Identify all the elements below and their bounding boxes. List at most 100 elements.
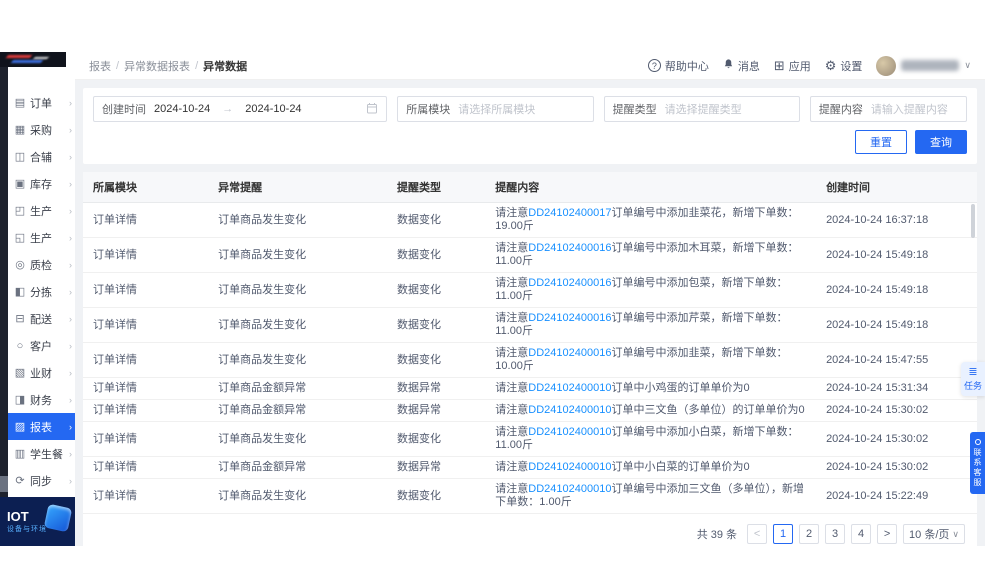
breadcrumb-reports[interactable]: 报表	[89, 58, 111, 74]
alert-content-placeholder: 请输入提醒内容	[871, 101, 948, 117]
quality-icon: ◎	[14, 258, 26, 271]
results-table-card: 所属模块 异常提醒 提醒类型 提醒内容 创建时间 订单详情订单商品发生变化数据变…	[83, 172, 977, 556]
sidebar-item-warehouse[interactable]: ◫合辅›	[8, 143, 75, 170]
pagination-page-1[interactable]: 1	[773, 524, 793, 544]
iot-cube-icon	[44, 504, 72, 532]
chevron-right-icon: ›	[69, 341, 72, 351]
business-finance-icon: ▧	[14, 366, 26, 379]
user-menu[interactable]: ∨	[876, 56, 971, 76]
sidebar-item-purchase[interactable]: ▦采购›	[8, 116, 75, 143]
sidebar-item-order[interactable]: ▤订单›	[8, 89, 75, 116]
finance-icon: ◨	[14, 393, 26, 406]
col-module: 所属模块	[83, 172, 208, 203]
date-arrow-icon: →	[222, 103, 233, 115]
sidebar-item-sync[interactable]: ⟳同步›	[8, 467, 75, 494]
sidebar-item-production2[interactable]: ◱生产›	[8, 224, 75, 251]
content-prefix: 请注意	[495, 483, 528, 495]
sidebar-item-student-meal[interactable]: ▥学生餐›	[8, 440, 75, 467]
sidebar-item-report[interactable]: ▨报表›	[8, 413, 75, 440]
table-row: 订单详情订单商品发生变化数据变化请注意DD24102400010订单编号中添加小…	[83, 422, 977, 457]
warehouse-icon: ◫	[14, 150, 26, 163]
module-cell: 订单详情	[83, 343, 208, 378]
chevron-right-icon: ›	[69, 395, 72, 405]
chevron-right-icon: ›	[69, 179, 72, 189]
table-scrollbar[interactable]	[971, 204, 975, 238]
apps-button[interactable]: ⊞ 应用	[774, 58, 811, 74]
filter-panel: 创建时间 2024-10-24 → 2024-10-24 所属模块 请选择所属模…	[83, 88, 977, 164]
help-center-button[interactable]: ? 帮助中心	[648, 58, 709, 74]
search-button[interactable]: 查询	[915, 130, 967, 154]
page-size-select[interactable]: 10 条/页 ∨	[903, 524, 965, 544]
sidebar-collapse-handle[interactable]	[0, 476, 8, 492]
calendar-icon[interactable]	[366, 102, 378, 117]
contact-support-tab[interactable]: 联系客服	[970, 432, 985, 494]
module-cell: 订单详情	[83, 273, 208, 308]
settings-button[interactable]: ⚙ 设置	[825, 58, 863, 74]
alert-cell: 订单商品金额异常	[208, 457, 387, 479]
sidebar-item-quality[interactable]: ◎质检›	[8, 251, 75, 278]
chevron-down-icon: ∨	[964, 60, 971, 71]
content-prefix: 请注意	[495, 207, 528, 219]
time-cell: 2024-10-24 15:30:02	[816, 422, 977, 457]
order-number-link[interactable]: DD24102400016	[528, 347, 611, 359]
type-cell: 数据异常	[387, 400, 485, 422]
reset-button[interactable]: 重置	[855, 130, 907, 154]
headset-icon	[975, 439, 981, 445]
time-cell: 2024-10-24 15:31:34	[816, 378, 977, 400]
sidebar-item-finance[interactable]: ◨ 财务 ›	[8, 386, 75, 413]
sidebar-item-delivery[interactable]: ⊟配送›	[8, 305, 75, 332]
order-number-link[interactable]: DD24102400010	[528, 426, 611, 438]
alert-content-input[interactable]: 提醒内容 请输入提醒内容	[810, 96, 967, 122]
content-cell: 请注意DD24102400017订单编号中添加韭菜花，新增下单数：19.00斤	[485, 203, 816, 238]
order-number-link[interactable]: DD24102400016	[528, 312, 611, 324]
pagination-next-button[interactable]: >	[877, 524, 897, 544]
messages-button[interactable]: 消息	[723, 58, 760, 74]
delivery-icon: ⊟	[14, 312, 26, 325]
student-meal-icon: ▥	[14, 447, 26, 460]
content-cell: 请注意DD24102400016订单编号中添加木耳菜，新增下单数：11.00斤	[485, 238, 816, 273]
pagination-page-2[interactable]: 2	[799, 524, 819, 544]
pagination-prev-button[interactable]: <	[747, 524, 767, 544]
content-prefix: 请注意	[495, 426, 528, 438]
iot-panel[interactable]: IOT 设备与环境	[0, 497, 75, 546]
type-cell: 数据异常	[387, 457, 485, 479]
order-number-link[interactable]: DD24102400010	[528, 404, 611, 416]
sidebar-item-production[interactable]: ◰生产›	[8, 197, 75, 224]
order-number-link[interactable]: DD24102400016	[528, 277, 611, 289]
content-cell: 请注意DD24102400010订单中三文鱼（多单位）的订单单价为0	[485, 400, 816, 422]
module-cell: 订单详情	[83, 422, 208, 457]
top-bar: 报表 / 异常数据报表 / 异常数据 ? 帮助中心 消息 ⊞	[75, 52, 985, 80]
sidebar-item-business-finance[interactable]: ▧业财›	[8, 359, 75, 386]
date-start-value: 2024-10-24	[154, 103, 210, 115]
pagination-page-4[interactable]: 4	[851, 524, 871, 544]
task-drawer-tab[interactable]: ≣ 任务	[961, 362, 985, 396]
pagination-pages: 1234	[773, 524, 871, 544]
alert-type-select[interactable]: 提醒类型 请选择提醒类型	[604, 96, 800, 122]
sidebar-item-label: 生产	[30, 230, 65, 246]
order-number-link[interactable]: DD24102400010	[528, 483, 611, 495]
order-number-link[interactable]: DD24102400010	[528, 461, 611, 473]
breadcrumb-abnormal-report[interactable]: 异常数据报表	[124, 58, 190, 74]
chevron-right-icon: ›	[69, 368, 72, 378]
sidebar-item-inventory[interactable]: ▣库存›	[8, 170, 75, 197]
sidebar-item-label: 同步	[30, 473, 65, 489]
content: 创建时间 2024-10-24 → 2024-10-24 所属模块 请选择所属模…	[75, 80, 985, 556]
bell-icon	[723, 58, 734, 73]
pagination-page-3[interactable]: 3	[825, 524, 845, 544]
top-bar-actions: ? 帮助中心 消息 ⊞ 应用 ⚙ 设置	[648, 56, 971, 76]
module-select[interactable]: 所属模块 请选择所属模块	[397, 96, 593, 122]
content-cell: 请注意DD24102400010订单中小白菜的订单单价为0	[485, 457, 816, 479]
sidebar-item-sorting[interactable]: ◧分拣›	[8, 278, 75, 305]
date-range-picker[interactable]: 创建时间 2024-10-24 → 2024-10-24	[93, 96, 387, 122]
module-cell: 订单详情	[83, 238, 208, 273]
order-number-link[interactable]: DD24102400010	[528, 382, 611, 394]
order-number-link[interactable]: DD24102400016	[528, 242, 611, 254]
content-prefix: 请注意	[495, 277, 528, 289]
sidebar-item-customer[interactable]: ○客户›	[8, 332, 75, 359]
chevron-right-icon: ›	[69, 476, 72, 486]
order-number-link[interactable]: DD24102400017	[528, 207, 611, 219]
sidebar-item-label: 质检	[30, 257, 65, 273]
sidebar-item-label: 财务	[30, 392, 65, 408]
content-cell: 请注意DD24102400010订单编号中添加小白菜，新增下单数：11.00斤	[485, 422, 816, 457]
sidebar-item-label: 采购	[30, 122, 65, 138]
